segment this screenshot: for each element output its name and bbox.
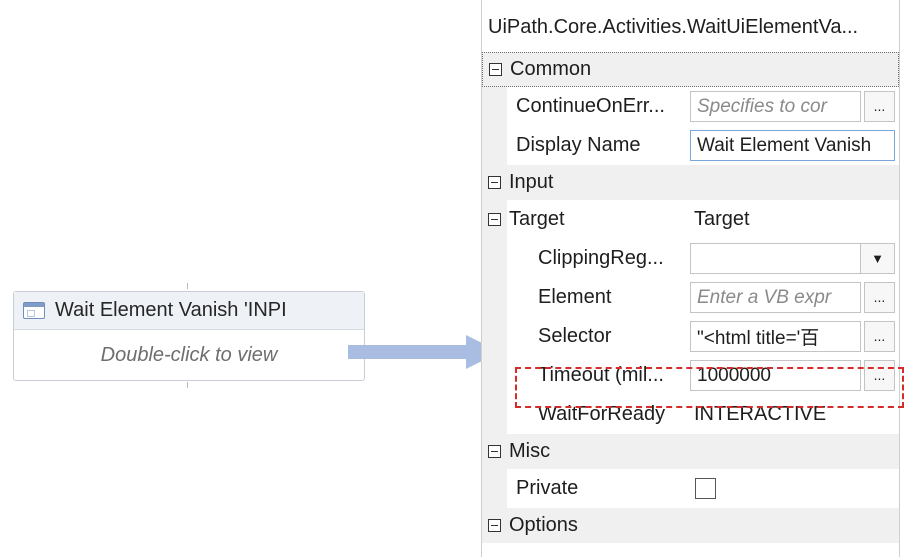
connector-top [187,283,188,289]
selector-input[interactable]: "<html title='百 [690,321,861,352]
property-row-display-name: Display Name Wait Element Vanish [482,126,899,165]
chevron-down-icon: ▼ [871,251,884,266]
ellipsis-button[interactable]: ... [864,282,895,313]
property-label: Selector [538,325,612,347]
property-row-private: Private [482,469,899,508]
properties-panel: UiPath.Core.Activities.WaitUiElementVa..… [481,0,900,557]
property-label: Private [516,477,579,499]
category-common[interactable]: Common [482,52,899,87]
target-value: Target [694,208,750,230]
category-input[interactable]: Input [482,165,899,200]
activity-header[interactable]: Wait Element Vanish 'INPI [14,292,364,330]
property-row-target: Target Target [482,200,899,239]
collapse-icon[interactable] [488,445,501,458]
collapse-icon[interactable] [489,63,502,76]
collapse-icon[interactable] [488,176,501,189]
property-label: WaitForReady [538,403,666,425]
property-row-element: Element Enter a VB expr ... [482,278,899,317]
category-label: Input [509,171,554,193]
category-options[interactable]: Options [482,508,899,543]
panel-title: UiPath.Core.Activities.WaitUiElementVa..… [482,0,899,52]
property-row-selector: Selector "<html title='百 ... [482,317,899,356]
collapse-icon[interactable] [488,519,501,532]
activity-title: Wait Element Vanish 'INPI [55,299,287,321]
dropdown-button[interactable]: ▼ [861,243,895,274]
property-label: ClippingReg... [538,247,664,269]
activity-card[interactable]: Wait Element Vanish 'INPI Double-click t… [13,291,365,381]
continue-on-error-input[interactable]: Specifies to cor [690,91,861,122]
ellipsis-button[interactable]: ... [864,321,895,352]
right-arrow-icon [348,335,500,369]
property-row-continue-on-error: ContinueOnErr... Specifies to cor ... [482,87,899,126]
timeout-input[interactable]: 1000000 [690,360,861,391]
property-label: Element [538,286,612,308]
property-row-timeout: Timeout (mil... 1000000 ... [482,356,899,395]
connector-bottom [187,382,188,388]
activity-hint: Double-click to view [100,344,278,366]
property-row-clipping-region: ClippingReg... ▼ [482,239,899,278]
element-input[interactable]: Enter a VB expr [690,282,861,313]
category-label: Misc [509,440,551,462]
window-icon [23,302,45,319]
wait-for-ready-value[interactable]: INTERACTIVE [690,403,826,426]
category-label: Common [510,58,592,80]
category-misc[interactable]: Misc [482,434,899,469]
private-checkbox[interactable] [695,478,716,499]
property-label: Display Name [516,134,641,156]
ellipsis-button[interactable]: ... [864,360,895,391]
property-label: ContinueOnErr... [516,95,665,117]
clipping-region-combo[interactable] [690,243,861,274]
ellipsis-button[interactable]: ... [864,91,895,122]
property-label: Timeout (mil... [538,364,664,386]
collapse-icon[interactable] [488,213,501,226]
activity-body[interactable]: Double-click to view [14,330,364,381]
category-label: Options [509,514,578,536]
property-label: Target [509,208,565,230]
property-row-wait-for-ready: WaitForReady INTERACTIVE [482,395,899,434]
display-name-input[interactable]: Wait Element Vanish [690,130,895,161]
